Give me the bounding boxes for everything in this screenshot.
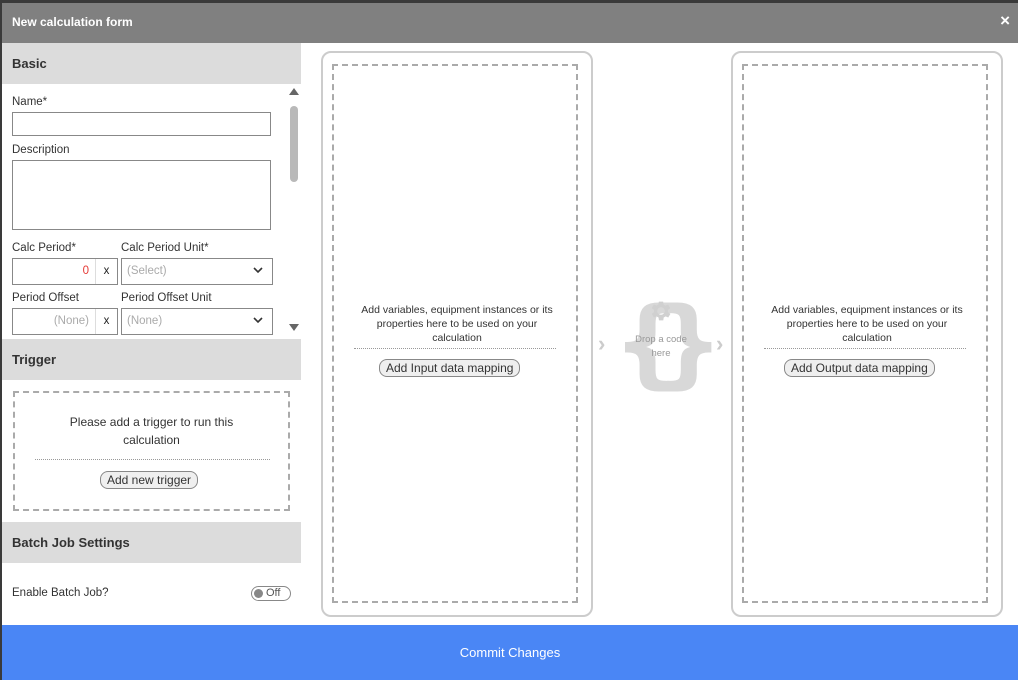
trigger-drop-zone: Please add a trigger to run this calcula…: [13, 391, 290, 511]
period-offset-input[interactable]: (None) x: [12, 308, 118, 335]
basic-scroll-area: Name* Description Calc Period* 0 x Calc …: [2, 84, 301, 339]
scroll-down-icon[interactable]: [289, 324, 299, 331]
name-label: Name*: [12, 96, 48, 108]
calc-period-unit-placeholder: (Select): [127, 265, 167, 277]
output-panel: Add variables, equipment instances or it…: [731, 51, 1003, 617]
section-basic-heading: Basic: [2, 43, 301, 84]
left-settings-panel: Basic Name* Description Calc Period* 0 x…: [2, 43, 301, 625]
scroll-up-icon[interactable]: [289, 88, 299, 95]
calc-period-unit-select[interactable]: (Select): [121, 258, 273, 285]
description-textarea[interactable]: [12, 160, 271, 230]
gear-icon: [651, 301, 671, 321]
calc-period-clear-button[interactable]: x: [95, 259, 117, 284]
enable-batch-job-label: Enable Batch Job?: [12, 587, 109, 599]
period-offset-clear-button[interactable]: x: [95, 309, 117, 334]
input-panel: Add variables, equipment instances or it…: [321, 51, 593, 617]
section-batch-heading: Batch Job Settings: [2, 522, 301, 563]
calculation-dialog: New calculation form × Basic Name* Descr…: [2, 3, 1018, 680]
period-offset-label: Period Offset: [12, 292, 79, 304]
code-drop-zone[interactable]: { } Drop a code here: [613, 295, 723, 391]
divider: [354, 348, 556, 349]
period-offset-value: (None): [53, 315, 89, 327]
period-offset-unit-label: Period Offset Unit: [121, 292, 212, 304]
calculation-canvas: Add variables, equipment instances or it…: [301, 43, 1018, 625]
description-label: Description: [12, 144, 70, 156]
chevron-right-icon: ›: [716, 331, 724, 356]
chevron-right-icon: ›: [598, 331, 606, 356]
output-drop-zone[interactable]: Add variables, equipment instances or it…: [742, 64, 988, 603]
close-icon[interactable]: ×: [1000, 12, 1010, 29]
add-new-trigger-button[interactable]: Add new trigger: [100, 471, 199, 489]
toggle-knob: [254, 589, 263, 598]
input-panel-message: Add variables, equipment instances or it…: [361, 304, 553, 344]
add-output-data-mapping-button[interactable]: Add Output data mapping: [784, 359, 935, 377]
input-drop-zone[interactable]: Add variables, equipment instances or it…: [332, 64, 578, 603]
section-trigger-heading: Trigger: [2, 339, 301, 380]
calc-period-unit-label: Calc Period Unit*: [121, 242, 209, 254]
chevron-down-icon: [253, 317, 263, 324]
calc-period-input[interactable]: 0 x: [12, 258, 118, 285]
calc-period-label: Calc Period*: [12, 242, 76, 254]
calc-period-value: 0: [82, 265, 89, 277]
name-input[interactable]: [12, 112, 271, 136]
trigger-message: Please add a trigger to run this calcula…: [69, 415, 234, 447]
basic-scrollbar[interactable]: [287, 84, 301, 339]
dialog-title: New calculation form: [12, 15, 133, 29]
chevron-down-icon: [253, 267, 263, 274]
dialog-titlebar: New calculation form ×: [2, 3, 1018, 43]
add-input-data-mapping-button[interactable]: Add Input data mapping: [379, 359, 521, 377]
enable-batch-job-toggle[interactable]: Off: [251, 586, 291, 601]
toggle-state: Off: [266, 587, 281, 599]
divider: [35, 459, 270, 460]
divider: [764, 348, 966, 349]
commit-changes-button[interactable]: Commit Changes: [2, 625, 1018, 680]
period-offset-unit-select[interactable]: (None): [121, 308, 273, 335]
code-drop-text: Drop a code here: [635, 334, 687, 359]
scrollbar-thumb[interactable]: [290, 106, 298, 182]
output-panel-message: Add variables, equipment instances or it…: [771, 304, 963, 344]
period-offset-unit-value: (None): [127, 315, 163, 327]
